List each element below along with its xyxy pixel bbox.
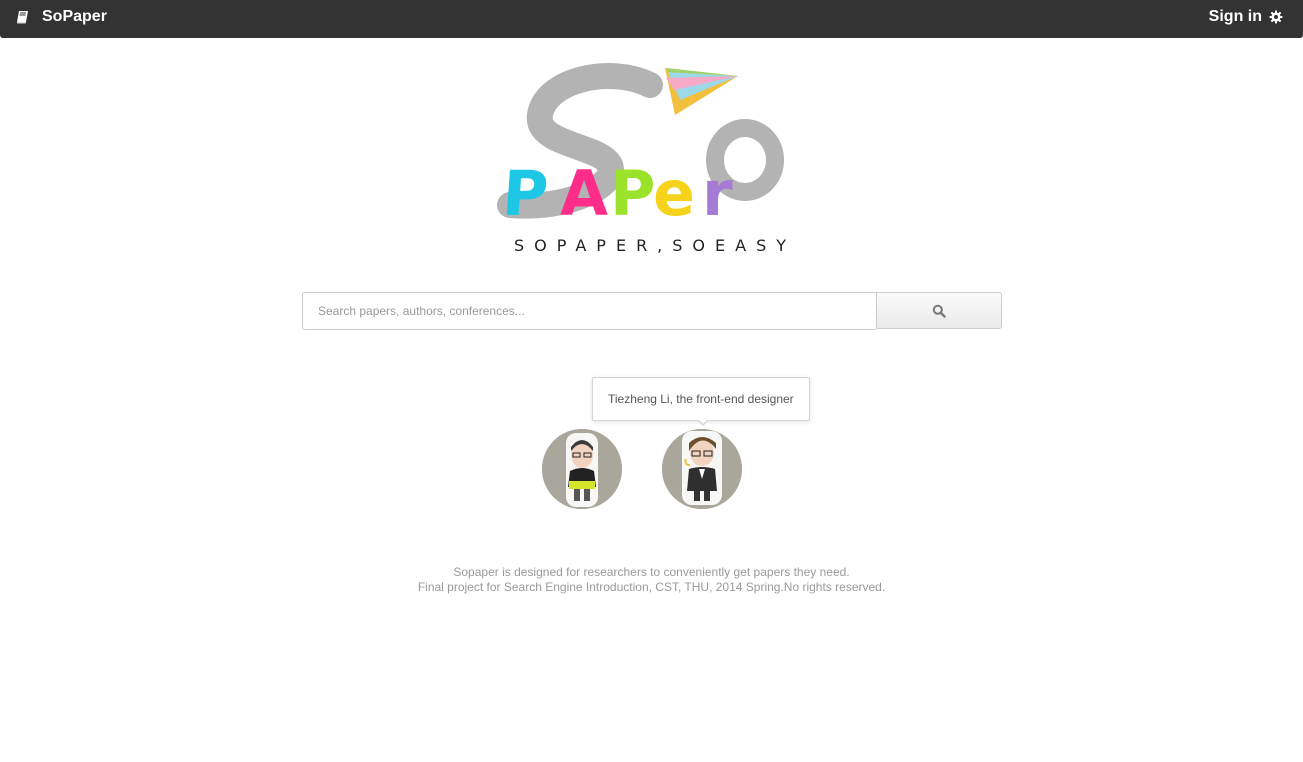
team-member-avatar-2[interactable] (662, 429, 742, 509)
paper-plane-icon (665, 68, 738, 115)
search-input[interactable] (302, 292, 876, 330)
svg-text:A: A (560, 157, 608, 230)
svg-text:e: e (653, 157, 695, 230)
top-navbar: SoPaper Sign in (0, 0, 1303, 38)
sign-in-label: Sign in (1208, 7, 1262, 25)
logo-tagline: SOPAPER,SOEASY (513, 236, 796, 255)
footer-line-2: Final project for Search Engine Introduc… (417, 580, 886, 594)
footer: Sopaper is designed for researchers to c… (0, 565, 1303, 595)
svg-text:P: P (610, 157, 655, 230)
search-button[interactable] (876, 292, 1002, 329)
footer-line-1: Sopaper is designed for researchers to c… (453, 565, 850, 579)
team-member-avatar-1[interactable] (542, 429, 622, 509)
book-icon (17, 10, 28, 23)
svg-text:P: P (500, 157, 551, 230)
avatar (662, 429, 742, 509)
member-tooltip: Tiezheng Li, the front-end designer (592, 377, 810, 421)
brand-link[interactable]: SoPaper (16, 0, 107, 33)
svg-text:r: r (702, 157, 733, 230)
tooltip-arrow-inner (698, 419, 708, 424)
avatar (542, 429, 622, 509)
brand-label: SoPaper (42, 7, 107, 25)
search-bar (302, 292, 1002, 330)
gear-icon (1269, 10, 1283, 23)
sopaper-logo: P A P e r (497, 63, 784, 230)
search-icon (932, 304, 946, 318)
sign-in-button[interactable]: Sign in (1209, 0, 1283, 33)
